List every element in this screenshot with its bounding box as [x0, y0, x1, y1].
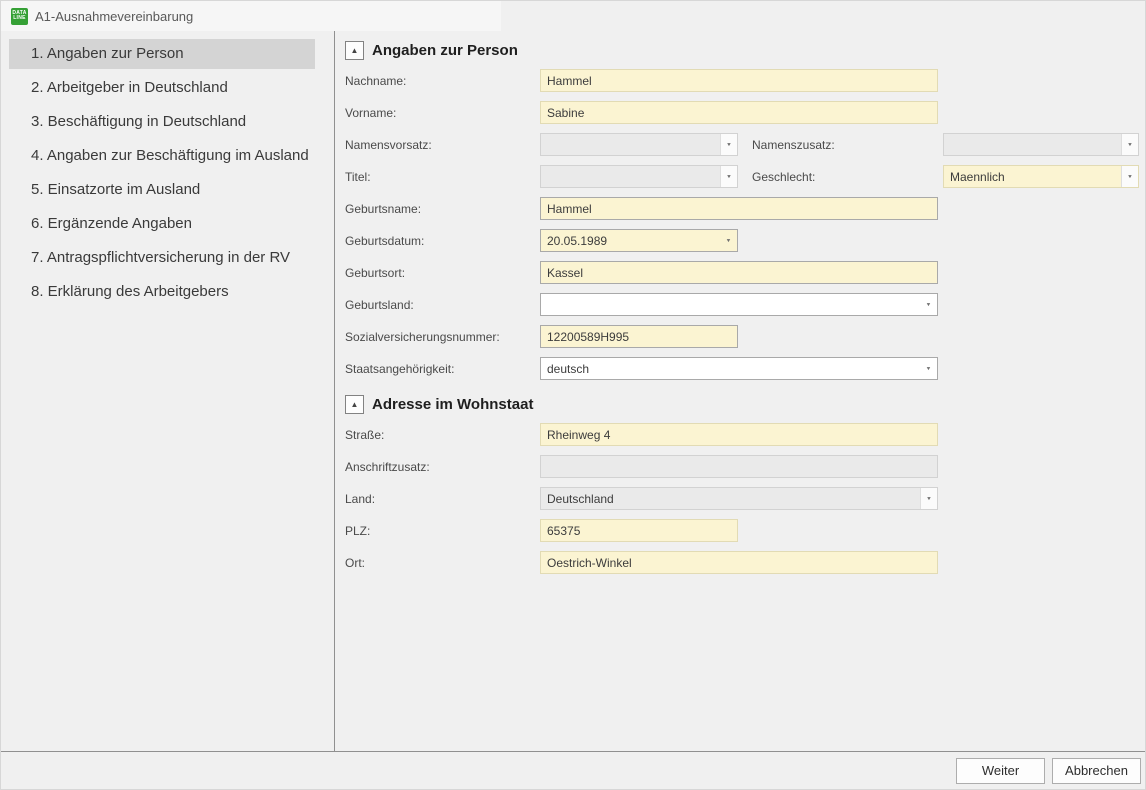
vorname-value: Sabine	[547, 106, 584, 120]
ort-input[interactable]: Oestrich-Winkel	[540, 551, 938, 574]
a1-dialog-window: DATA LINE A1-Ausnahmevereinbarung 1. Ang…	[0, 0, 1146, 790]
chevron-down-icon[interactable]: ▼	[920, 294, 937, 315]
titlebar: DATA LINE A1-Ausnahmevereinbarung	[1, 1, 1145, 31]
form-panel: ▲ Angaben zur Person Nachname: Hammel Vo…	[335, 31, 1146, 751]
land-label: Land:	[345, 492, 540, 506]
abbrechen-button[interactable]: Abbrechen	[1052, 758, 1141, 784]
geburtsland-select[interactable]: ▼	[540, 293, 938, 316]
sidebar-item-einsatzorte-im-ausland[interactable]: 5. Einsatzorte im Ausland	[9, 175, 315, 205]
strasse-value: Rheinweg 4	[547, 428, 610, 442]
form-row-nachname: Nachname: Hammel	[345, 69, 1139, 92]
section-header-angaben-zur-person: ▲ Angaben zur Person	[345, 40, 1139, 61]
strasse-input[interactable]: Rheinweg 4	[540, 423, 938, 446]
section-title: Angaben zur Person	[372, 42, 518, 59]
form-row-sozialversicherungsnummer: Sozialversicherungsnummer: 12200589H995	[345, 325, 1139, 348]
collapse-section-button[interactable]: ▲	[345, 395, 364, 414]
collapse-section-button[interactable]: ▲	[345, 41, 364, 60]
form-row-geburtsort: Geburtsort: Kassel	[345, 261, 1139, 284]
anschriftzusatz-input[interactable]	[540, 455, 938, 478]
form-row-geburtsname: Geburtsname: Hammel	[345, 197, 1139, 220]
geburtsland-label: Geburtsland:	[345, 298, 540, 312]
sidebar-item-antragspflichtversicherung[interactable]: 7. Antragspflichtversicherung in der RV	[9, 243, 315, 273]
sozialversicherungsnummer-label: Sozialversicherungsnummer:	[345, 330, 540, 344]
plz-label: PLZ:	[345, 524, 540, 538]
staatsangehoerigkeit-value: deutsch	[547, 362, 589, 376]
sidebar-item-arbeitgeber-in-deutschland[interactable]: 2. Arbeitgeber in Deutschland	[9, 73, 315, 103]
chevron-down-icon[interactable]: ▼	[920, 488, 937, 509]
form-row-staatsangehoerigkeit: Staatsangehörigkeit: deutsch ▼	[345, 357, 1139, 380]
geburtsort-input[interactable]: Kassel	[540, 261, 938, 284]
footer-bar: Weiter Abbrechen	[1, 751, 1145, 789]
sidebar-item-erklaerung-des-arbeitgebers[interactable]: 8. Erklärung des Arbeitgebers	[9, 277, 315, 307]
chevron-down-icon[interactable]: ▼	[720, 134, 737, 155]
geburtsort-value: Kassel	[547, 266, 583, 280]
dialog-body: 1. Angaben zur Person 2. Arbeitgeber in …	[1, 31, 1145, 751]
form-row-strasse: Straße: Rheinweg 4	[345, 423, 1139, 446]
step-sidebar: 1. Angaben zur Person 2. Arbeitgeber in …	[1, 31, 335, 751]
form-row-geburtsdatum: Geburtsdatum: 20.05.1989 ▼	[345, 229, 1139, 252]
nachname-label: Nachname:	[345, 74, 540, 88]
form-row-namensvorsatz-namenszusatz: Namensvorsatz: ▼ Namenszusatz: ▼	[345, 133, 1139, 156]
chevron-down-icon[interactable]: ▼	[720, 230, 737, 251]
plz-value: 65375	[547, 524, 580, 538]
namenszusatz-select[interactable]: ▼	[943, 133, 1139, 156]
chevron-down-icon[interactable]: ▼	[720, 166, 737, 187]
chevron-down-icon[interactable]: ▼	[1121, 166, 1138, 187]
land-select[interactable]: Deutschland ▼	[540, 487, 938, 510]
geburtsname-label: Geburtsname:	[345, 202, 540, 216]
staatsangehoerigkeit-label: Staatsangehörigkeit:	[345, 362, 540, 376]
form-row-anschriftzusatz: Anschriftzusatz:	[345, 455, 1139, 478]
sidebar-item-beschaeftigung-in-deutschland[interactable]: 3. Beschäftigung in Deutschland	[9, 107, 315, 137]
section-header-adresse-im-wohnstaat: ▲ Adresse im Wohnstaat	[345, 394, 1139, 415]
sidebar-item-beschaeftigung-im-ausland[interactable]: 4. Angaben zur Beschäftigung im Ausland	[9, 141, 315, 171]
nachname-input[interactable]: Hammel	[540, 69, 938, 92]
geburtsdatum-datepicker[interactable]: 20.05.1989 ▼	[540, 229, 738, 252]
geburtsname-input[interactable]: Hammel	[540, 197, 938, 220]
window-title: A1-Ausnahmevereinbarung	[35, 9, 193, 24]
namensvorsatz-select[interactable]: ▼	[540, 133, 738, 156]
namenszusatz-label: Namenszusatz:	[752, 138, 943, 152]
dataline-logo-icon: DATA LINE	[11, 8, 28, 25]
geburtsort-label: Geburtsort:	[345, 266, 540, 280]
logo-text-bottom: LINE	[13, 16, 26, 21]
weiter-button[interactable]: Weiter	[956, 758, 1045, 784]
vorname-input[interactable]: Sabine	[540, 101, 938, 124]
chevron-down-icon[interactable]: ▼	[1121, 134, 1138, 155]
section-title: Adresse im Wohnstaat	[372, 396, 533, 413]
titel-label: Titel:	[345, 170, 540, 184]
form-row-titel-geschlecht: Titel: ▼ Geschlecht: Maennlich ▼	[345, 165, 1139, 188]
form-row-vorname: Vorname: Sabine	[345, 101, 1139, 124]
collapse-arrow-icon: ▲	[351, 400, 359, 409]
ort-value: Oestrich-Winkel	[547, 556, 632, 570]
sidebar-item-angaben-zur-person[interactable]: 1. Angaben zur Person	[9, 39, 315, 69]
geburtsdatum-value: 20.05.1989	[547, 234, 607, 248]
form-row-ort: Ort: Oestrich-Winkel	[345, 551, 1139, 574]
land-value: Deutschland	[547, 492, 614, 506]
namensvorsatz-label: Namensvorsatz:	[345, 138, 540, 152]
chevron-down-icon[interactable]: ▼	[920, 358, 937, 379]
ort-label: Ort:	[345, 556, 540, 570]
plz-input[interactable]: 65375	[540, 519, 738, 542]
vorname-label: Vorname:	[345, 106, 540, 120]
titel-select[interactable]: ▼	[540, 165, 738, 188]
strasse-label: Straße:	[345, 428, 540, 442]
sozialversicherungsnummer-value: 12200589H995	[547, 330, 629, 344]
geburtsdatum-label: Geburtsdatum:	[345, 234, 540, 248]
geschlecht-label: Geschlecht:	[752, 170, 943, 184]
form-row-plz: PLZ: 65375	[345, 519, 1139, 542]
nachname-value: Hammel	[547, 74, 592, 88]
anschriftzusatz-label: Anschriftzusatz:	[345, 460, 540, 474]
sidebar-item-ergaenzende-angaben[interactable]: 6. Ergänzende Angaben	[9, 209, 315, 239]
collapse-arrow-icon: ▲	[351, 46, 359, 55]
form-row-geburtsland: Geburtsland: ▼	[345, 293, 1139, 316]
geschlecht-value: Maennlich	[950, 170, 1005, 184]
staatsangehoerigkeit-select[interactable]: deutsch ▼	[540, 357, 938, 380]
geburtsname-value: Hammel	[547, 202, 592, 216]
form-row-land: Land: Deutschland ▼	[345, 487, 1139, 510]
sozialversicherungsnummer-input[interactable]: 12200589H995	[540, 325, 738, 348]
geschlecht-select[interactable]: Maennlich ▼	[943, 165, 1139, 188]
titlebar-content: DATA LINE A1-Ausnahmevereinbarung	[11, 1, 193, 31]
